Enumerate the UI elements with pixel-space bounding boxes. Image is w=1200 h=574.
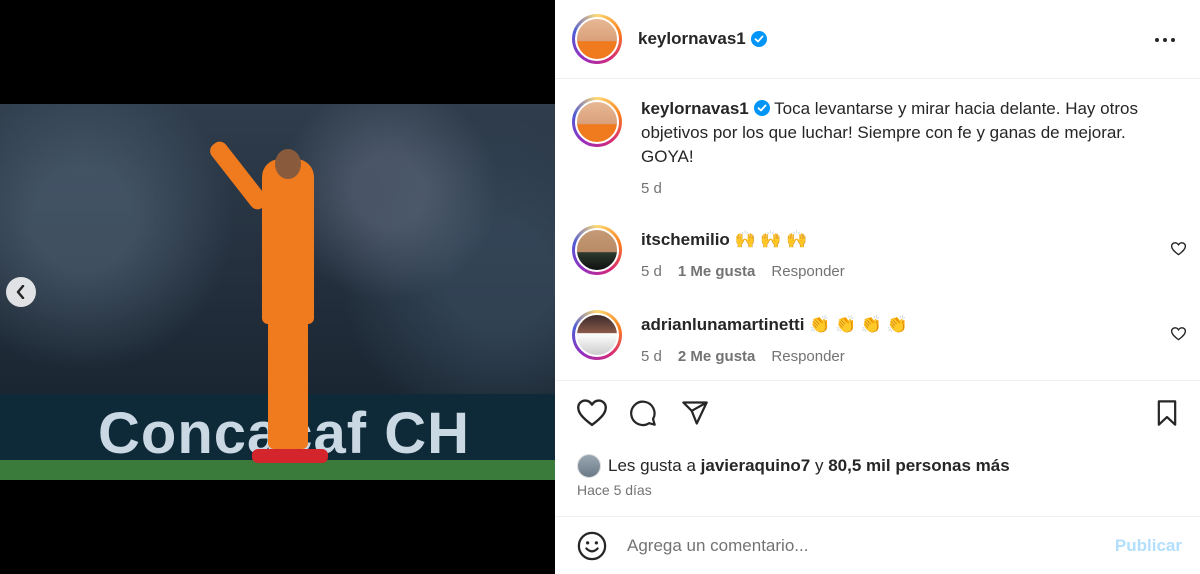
player-shoes [252,449,328,463]
post-time-ago[interactable]: Hace 5 días [577,482,652,498]
pitch-grass [0,460,555,480]
comment-body: itschemilio 🙌 🙌 🙌 5 d 1 Me gusta Respond… [641,225,1161,280]
caption-age[interactable]: 5 d [641,180,662,197]
caption-avatar[interactable] [572,97,622,147]
comment-like-heart-icon[interactable] [1171,242,1186,256]
comment-username[interactable]: itschemilio [641,230,730,249]
player-body [262,159,314,324]
likes-count[interactable]: 80,5 mil personas más [828,456,1009,476]
heart-icon[interactable] [577,399,607,427]
caption-body: keylornavas1 Toca levantarse y mirar hac… [641,97,1161,197]
paper-plane-icon[interactable] [680,399,710,427]
player-head [275,149,301,179]
post-header: keylornavas1 [555,0,1200,79]
comments-section: keylornavas1 Toca levantarse y mirar hac… [555,80,1200,379]
comment-content: 🙌 🙌 🙌 [734,230,808,249]
post-panel: keylornavas1 keylornavas1 Toca levantars… [555,0,1200,574]
caption-meta: 5 d [641,180,1161,197]
comment-content: 👏 👏 👏 👏 [809,315,908,334]
avatar-image [575,100,619,144]
chevron-left-icon [16,285,25,299]
more-options-icon[interactable] [1154,29,1176,51]
author-username[interactable]: keylornavas1 [638,29,746,49]
verified-badge-icon [753,100,770,116]
verified-badge-icon [750,31,767,47]
caption-username[interactable]: keylornavas1 [641,99,749,118]
carousel-prev-button[interactable] [6,277,36,307]
post-media: Concacaf CH [0,0,555,574]
caption-text: keylornavas1 Toca levantarse y mirar hac… [641,97,1161,169]
post-photo: Concacaf CH [0,104,555,480]
comment-bubble-icon[interactable] [628,399,658,427]
bookmark-icon[interactable] [1154,399,1180,427]
comment-likes[interactable]: 2 Me gusta [678,348,756,365]
post-actions: Les gusta a javieraquino7 y 80,5 mil per… [555,380,1200,516]
player-legs [268,319,308,449]
publish-button[interactable]: Publicar [1115,536,1182,556]
reply-button[interactable]: Responder [771,263,844,280]
comment-like-heart-icon[interactable] [1171,327,1186,341]
comment-avatar[interactable] [572,310,622,360]
caption-row: keylornavas1 Toca levantarse y mirar hac… [572,97,1161,197]
liker-avatar[interactable] [577,454,601,478]
comment-input[interactable] [627,535,1087,556]
comment-item: itschemilio 🙌 🙌 🙌 5 d 1 Me gusta Respond… [572,225,1161,280]
author-avatar[interactable] [572,14,622,64]
liker-username[interactable]: javieraquino7 [701,456,811,476]
avatar-image [575,228,619,272]
likes-prefix: Les gusta a [608,456,696,475]
avatar-image [575,313,619,357]
comment-username[interactable]: adrianlunamartinetti [641,315,804,334]
comment-composer: Publicar [555,516,1200,574]
comment-text: itschemilio 🙌 🙌 🙌 [641,228,1161,252]
comment-age[interactable]: 5 d [641,263,662,280]
comment-meta: 5 d 1 Me gusta Responder [641,263,1161,280]
avatar-image [575,17,619,61]
comment-avatar[interactable] [572,225,622,275]
comment-meta: 5 d 2 Me gusta Responder [641,348,1161,365]
reply-button[interactable]: Responder [771,348,844,365]
comment-text: adrianlunamartinetti 👏 👏 👏 👏 [641,313,1161,337]
comment-body: adrianlunamartinetti 👏 👏 👏 👏 5 d 2 Me gu… [641,310,1161,365]
comment-item: adrianlunamartinetti 👏 👏 👏 👏 5 d 2 Me gu… [572,310,1161,365]
comment-age[interactable]: 5 d [641,348,662,365]
comment-likes[interactable]: 1 Me gusta [678,263,756,280]
emoji-icon[interactable] [577,531,607,561]
likes-joiner: y [814,456,824,475]
likes-summary: Les gusta a javieraquino7 y 80,5 mil per… [577,454,1010,478]
